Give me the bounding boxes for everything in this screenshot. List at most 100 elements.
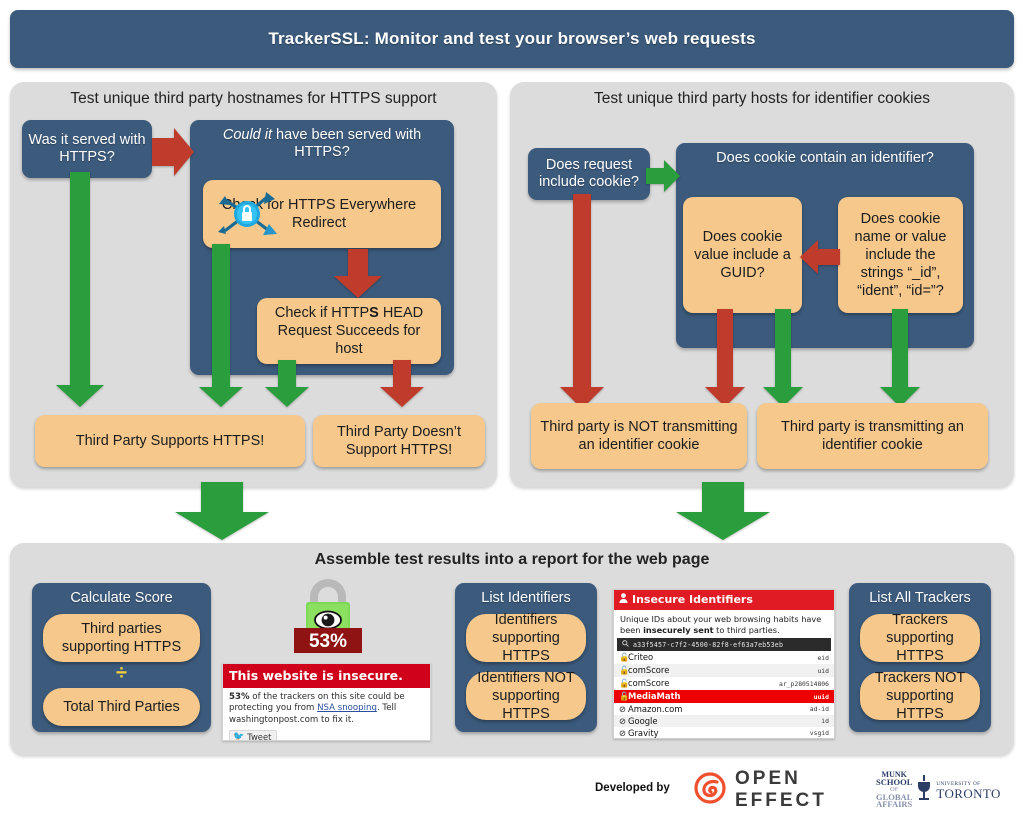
tweet-button-label: Tweet — [247, 732, 272, 741]
arrow-red-q1-to-q2 — [152, 128, 194, 176]
identifier-value: uid — [817, 666, 829, 675]
identifiers-not-supporting-label: Identifiers NOT supporting HTTPS — [477, 670, 575, 722]
arrow-green-strings-to-transmitting — [880, 309, 920, 407]
arrow-green-request-to-cookie — [646, 160, 680, 192]
arrow-green-head-to-supports — [265, 360, 309, 407]
box-score-denominator[interactable]: Total Third Parties — [43, 688, 200, 726]
box-cookie-name-strings[interactable]: Does cookie name or value include the st… — [838, 197, 963, 313]
box-does-request-include-cookie[interactable]: Does request include cookie? — [528, 148, 650, 200]
arrow-green-guid-to-transmitting — [763, 309, 803, 407]
insecure-identifiers-subtitle: Unique IDs about your web browsing habit… — [614, 610, 834, 638]
identifier-row[interactable]: ⊘ Amazon.com ad-id — [614, 703, 834, 715]
tweet-button[interactable]: 🐦 Tweet — [229, 730, 278, 741]
identifier-name-cell: 🔓Criteo — [614, 651, 735, 664]
uoft-crest-icon — [916, 774, 932, 806]
unlocked-padlock-icon: 🔓 — [619, 691, 630, 702]
identifier-name-cell: 🔓comScore — [614, 677, 735, 690]
blocked-icon: ⊘ — [619, 704, 627, 715]
blocked-icon: ⊘ — [619, 728, 627, 739]
unlocked-padlock-icon: 🔓 — [619, 652, 630, 663]
box-cookie-value-guid[interactable]: Does cookie value include a GUID? — [683, 197, 802, 313]
munk-school-wordmark: MUNK SCHOOL OF GLOBAL AFFAIRS — [876, 771, 913, 810]
identifier-row[interactable]: 🔓comScore ar_p280514806 — [614, 677, 834, 690]
box-was-it-served-with-https[interactable]: Was it served with HTTPS? — [22, 120, 152, 178]
box-cookie-name-strings-label: Does cookie name or value include the st… — [854, 211, 947, 299]
identifier-name-cell: ⊘ Google — [614, 715, 735, 727]
list-all-trackers-title: List All Trackers — [869, 590, 971, 606]
score-badge: 53% — [286, 572, 370, 656]
identifier-name-cell: ⊘ Amazon.com — [614, 703, 735, 715]
score-division-operator: ÷ — [116, 661, 127, 684]
open-effect-logo-block: OPEN EFFECT — [694, 768, 866, 811]
identifier-name-cell: 🔓comScore — [614, 664, 735, 677]
box-identifiers-supporting-https[interactable]: Identifiers supporting HTTPS — [466, 612, 586, 664]
box-transmitting-identifier[interactable]: Third party is transmitting an identifie… — [757, 403, 988, 469]
bottom-panel-heading: Assemble test results into a report for … — [314, 551, 710, 568]
arrow-green-left-to-report — [175, 482, 269, 540]
arrow-red-request-to-not-transmitting — [560, 194, 604, 409]
arrow-red-head-to-no-support — [380, 360, 424, 407]
box-request-cookie-label: Does request include cookie? — [539, 157, 639, 190]
arrow-green-right-to-report — [676, 482, 770, 540]
box-supports-https-label: Third Party Supports HTTPS! — [75, 433, 265, 449]
munk-line-4: AFFAIRS — [876, 799, 913, 810]
box-check-https-everywhere[interactable]: Check for HTTPS Everywhere Redirect — [203, 180, 441, 248]
box-trackers-supporting-https[interactable]: Trackers supporting HTTPS — [860, 612, 980, 664]
subtitle-part-2: to third parties. — [713, 624, 780, 635]
identifier-value: ar_p280514806 — [778, 679, 829, 688]
box-score-numerator[interactable]: Third parties supporting HTTPS — [43, 614, 200, 662]
score-denominator-label: Total Third Parties — [63, 699, 180, 715]
open-effect-logo — [694, 771, 726, 809]
wapo-body-lead: 53% — [229, 692, 250, 702]
box-identifiers-not-supporting-https[interactable]: Identifiers NOT supporting HTTPS — [466, 670, 586, 722]
box-third-party-supports-https[interactable]: Third Party Supports HTTPS! — [35, 415, 305, 467]
identifier-name-cell: ⊘ Gravity — [614, 727, 735, 739]
identifier-name: Gravity — [628, 728, 659, 739]
unlocked-padlock-icon: 🔓 — [619, 678, 630, 689]
identifier-name: Amazon.com — [628, 704, 683, 715]
munk-uoft-logo-block: MUNK SCHOOL OF GLOBAL AFFAIRS UNIVERSITY… — [876, 768, 1021, 812]
insecure-identifiers-widget: Insecure Identifiers Unique IDs about yo… — [613, 589, 835, 739]
subtitle-bold: insecurely sent — [643, 624, 714, 635]
insecure-identifiers-title: Insecure Identifiers — [632, 593, 753, 606]
identifier-value: id — [821, 717, 829, 726]
box-no-https-label: Third Party Doesn’t Support HTTPS! — [336, 424, 462, 458]
wapo-body: 53% of the trackers on this site could b… — [223, 688, 430, 726]
arrow-red-to-head-check — [334, 249, 382, 298]
box-could-it-label: Could it have been served with HTTPS? — [196, 127, 448, 161]
uoft-wordmark: UNIVERSITY OF TORONTO — [936, 781, 1000, 800]
insecure-identifiers-header: Insecure Identifiers — [614, 590, 834, 610]
identifier-row[interactable]: ⊘ Google id — [614, 715, 834, 728]
twitter-bird-icon: 🐦 — [233, 732, 245, 741]
identifier-row[interactable]: 🔓comScore uid — [614, 664, 834, 678]
right-panel-heading: Test unique third party hosts for identi… — [593, 90, 930, 107]
identifier-row[interactable]: 🔓MediaMath uuid — [614, 690, 834, 704]
list-identifiers-title: List Identifiers — [481, 590, 571, 606]
blocked-icon: ⊘ — [619, 716, 627, 727]
nsa-snooping-link[interactable]: NSA snooping — [317, 703, 377, 713]
box-third-party-no-https[interactable]: Third Party Doesn’t Support HTTPS! — [313, 415, 485, 467]
left-panel-heading: Test unique third party hostnames for HT… — [70, 90, 437, 107]
box-could-it-label-rest: have been served with HTTPS? — [272, 127, 422, 160]
calculate-score-title: Calculate Score — [70, 590, 173, 606]
identifier-value: ad-id — [809, 705, 829, 714]
identifier-name: Google — [628, 716, 658, 727]
score-value: 53% — [309, 631, 347, 652]
box-not-transmitting-identifier[interactable]: Third party is NOT transmitting an ident… — [531, 403, 747, 469]
score-numerator-label: Third parties supporting HTTPS — [61, 621, 182, 655]
trackers-supporting-label: Trackers supporting HTTPS — [886, 612, 954, 664]
box-not-transmitting-label: Third party is NOT transmitting an ident… — [540, 419, 738, 453]
page-title-bar: TrackerSSL: Monitor and test your browse… — [10, 10, 1014, 68]
arrow-red-strings-to-guid — [800, 240, 840, 274]
box-check-https-head-request[interactable]: Check if HTTPS HEAD Request Succeeds for… — [257, 298, 441, 364]
identifier-table: 🔓Criteo eid 🔓comScore uid 🔓comScore ar_p28051… — [614, 651, 834, 739]
identifier-row[interactable]: ⊘ Gravity vsgid — [614, 727, 834, 739]
open-effect-wordmark: OPEN EFFECT — [735, 768, 827, 811]
identifier-name-cell: 🔓MediaMath — [614, 690, 735, 703]
unlocked-padlock-icon: 🔓 — [619, 665, 630, 676]
box-trackers-not-supporting-https[interactable]: Trackers NOT supporting HTTPS — [860, 670, 980, 722]
box-cookie-value-guid-label: Does cookie value include a GUID? — [694, 229, 791, 281]
guid-search-row[interactable]: a33f5457-c7f2-4500-82f8-ef63a7eb53eb — [617, 638, 831, 652]
box-cookie-identifier-label: Does cookie contain an identifier? — [716, 150, 934, 166]
identifier-row[interactable]: 🔓Criteo eid — [614, 651, 834, 664]
